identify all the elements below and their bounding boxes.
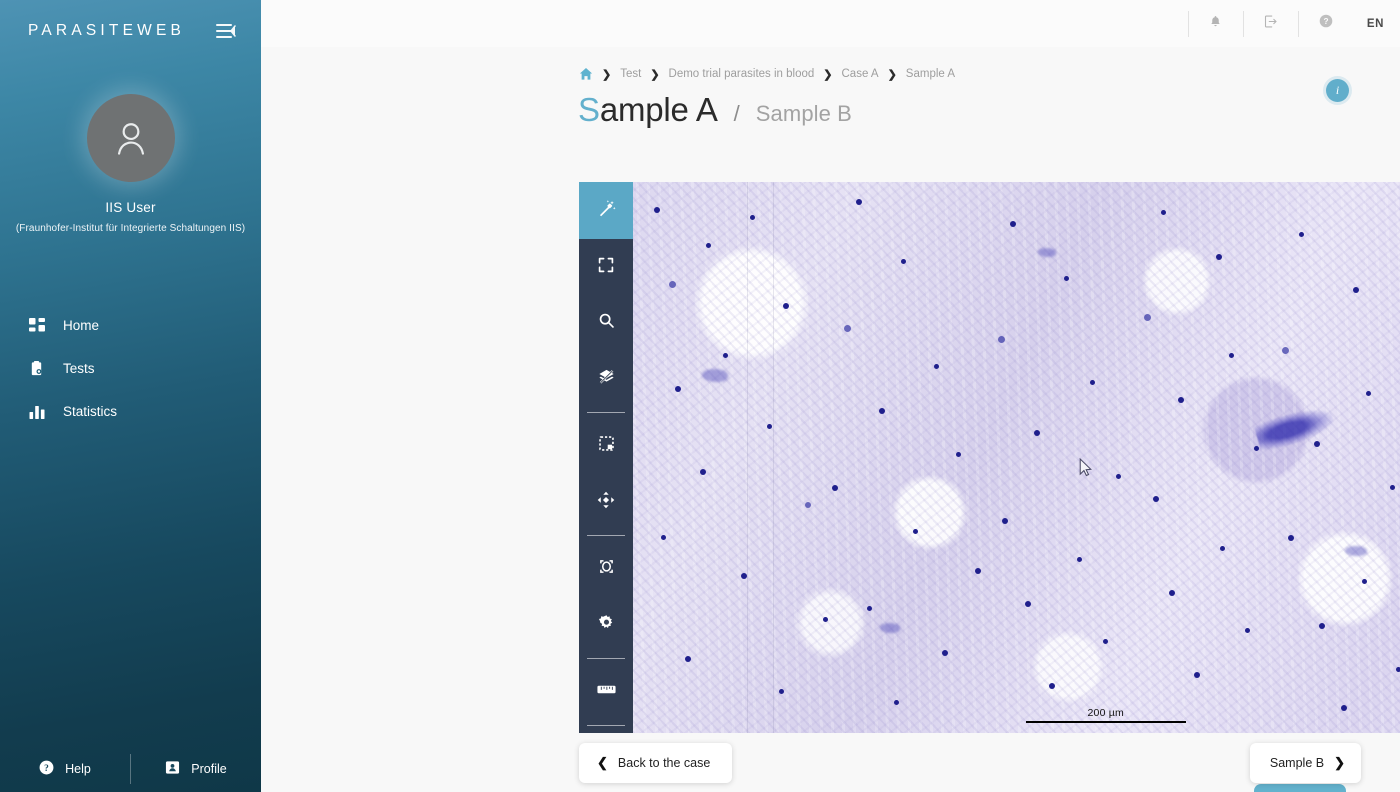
profile-button[interactable]: Profile — [131, 745, 261, 792]
toolbar-separator — [587, 535, 625, 536]
dashed-square-icon — [598, 435, 615, 457]
toolbar-separator — [587, 658, 625, 659]
slide-image[interactable] — [633, 182, 1400, 733]
layers-off-tool[interactable] — [579, 351, 633, 407]
dashboard-grid-icon — [28, 317, 45, 334]
breadcrumb-separator: ❯ — [887, 68, 897, 81]
sidebar-header: PARASITEWEB — [0, 0, 261, 42]
breadcrumb-separator: ❯ — [823, 68, 833, 81]
back-to-case-button[interactable]: ❮ Back to the case — [579, 743, 733, 783]
svg-text:?: ? — [1323, 16, 1328, 26]
help-label: Help — [65, 761, 91, 776]
tile-seam — [773, 182, 775, 733]
breadcrumb-item-trial[interactable]: Demo trial parasites in blood — [669, 68, 815, 80]
breadcrumb: ❯ Test ❯ Demo trial parasites in blood ❯… — [261, 47, 1400, 81]
page-title-row: Sample A / Sample B — [261, 81, 1400, 129]
collapse-menu-icon[interactable] — [215, 20, 237, 42]
zoom-tool[interactable] — [579, 295, 633, 351]
fullscreen-tool[interactable] — [579, 239, 633, 295]
user-avatar-icon — [117, 123, 144, 155]
breadcrumb-item-test[interactable]: Test — [620, 68, 641, 80]
notifications-button[interactable] — [1189, 0, 1243, 47]
slide-smudge — [1345, 545, 1368, 556]
focus-target-icon — [598, 558, 615, 580]
help-icon-button[interactable]: ? — [1299, 0, 1353, 47]
sidebar-item-label: Statistics — [63, 404, 118, 419]
move-arrows-icon — [597, 491, 615, 514]
layers-off-icon — [598, 368, 615, 390]
sidebar-item-statistics[interactable]: Statistics — [0, 390, 261, 433]
magic-wand-icon — [597, 199, 616, 223]
breadcrumb-separator: ❯ — [650, 68, 660, 81]
application-root: PARASITEWEB IIS User (Fraunhofer-Institu… — [0, 0, 1400, 792]
settings-tool[interactable] — [579, 597, 633, 653]
breadcrumb-item-sample[interactable]: Sample A — [906, 68, 955, 80]
tile-seam — [746, 182, 748, 733]
chevron-right-icon: ❯ — [1334, 755, 1345, 770]
back-to-case-label: Back to the case — [617, 756, 711, 770]
sample-b-link[interactable]: Sample B — [756, 101, 852, 127]
gear-icon — [598, 614, 615, 636]
measure-tool[interactable] — [579, 664, 633, 720]
sidebar-item-home[interactable]: Home — [0, 304, 261, 347]
slide-smudge — [1038, 248, 1057, 258]
scale-bar-label: 200 µm — [1087, 707, 1124, 719]
bar-chart-icon — [28, 403, 45, 420]
slide-texture — [633, 182, 1400, 733]
avatar[interactable] — [86, 94, 175, 182]
svg-text:?: ? — [44, 763, 49, 773]
chevron-left-icon: ❮ — [597, 755, 608, 770]
sidebar-nav: Home Tests Statistics — [0, 304, 261, 433]
scale-bar-line — [1025, 721, 1186, 723]
help-button[interactable]: ? Help — [0, 745, 130, 792]
contact-card-icon — [165, 760, 180, 778]
bell-icon — [1209, 15, 1222, 33]
title-separator: / — [733, 101, 740, 126]
next-sample-label: Sample B — [1269, 756, 1325, 770]
info-circle-icon[interactable]: i — [1326, 79, 1349, 102]
viewer-toolbar — [579, 182, 633, 733]
user-name: IIS User — [105, 200, 156, 215]
user-organization: (Fraunhofer-Institut für Integrierte Sch… — [15, 223, 246, 234]
brand-logo: PARASITEWEB — [28, 22, 186, 39]
scale-bar: 200 µm — [1025, 707, 1186, 723]
slide-smudge — [880, 622, 901, 633]
sidebar: PARASITEWEB IIS User (Fraunhofer-Institu… — [0, 0, 261, 792]
profile-label: Profile — [191, 761, 227, 776]
bottom-accent-bar — [1254, 784, 1346, 792]
clipboard-icon — [28, 360, 45, 377]
magnifier-icon — [598, 312, 615, 334]
top-bar: ? EN — [261, 0, 1400, 47]
toolbar-separator — [587, 725, 625, 726]
page-title: Sample A — [578, 91, 718, 129]
toolbar-separator — [587, 412, 625, 413]
next-sample-button[interactable]: Sample B ❯ — [1249, 743, 1361, 783]
user-panel: IIS User (Fraunhofer-Institut für Integr… — [0, 94, 261, 234]
focus-tool[interactable] — [579, 541, 633, 597]
question-circle-icon: ? — [39, 760, 54, 778]
logout-button[interactable] — [1244, 0, 1298, 47]
pan-move-tool[interactable] — [579, 474, 633, 530]
home-icon[interactable] — [579, 67, 593, 81]
sidebar-item-label: Tests — [63, 361, 95, 376]
fullscreen-icon — [598, 257, 614, 278]
breadcrumb-item-case[interactable]: Case A — [842, 68, 879, 80]
main-content: ? EN ❯ Test ❯ Demo trial parasites in bl… — [261, 0, 1400, 792]
crop-select-tool[interactable] — [579, 418, 633, 474]
language-selector[interactable]: EN — [1353, 18, 1400, 30]
question-circle-icon: ? — [1319, 14, 1333, 33]
sidebar-footer: ? Help Profile — [0, 745, 261, 792]
page-title-initial: S — [578, 91, 600, 128]
sidebar-item-tests[interactable]: Tests — [0, 347, 261, 390]
magic-wand-tool[interactable] — [579, 182, 633, 239]
logout-icon — [1263, 14, 1278, 34]
breadcrumb-separator: ❯ — [602, 68, 612, 81]
sidebar-item-label: Home — [63, 318, 100, 333]
slide-viewer[interactable]: 200 µm — [579, 182, 1400, 733]
ruler-icon — [596, 683, 616, 701]
page-title-rest: ample A — [599, 91, 718, 128]
